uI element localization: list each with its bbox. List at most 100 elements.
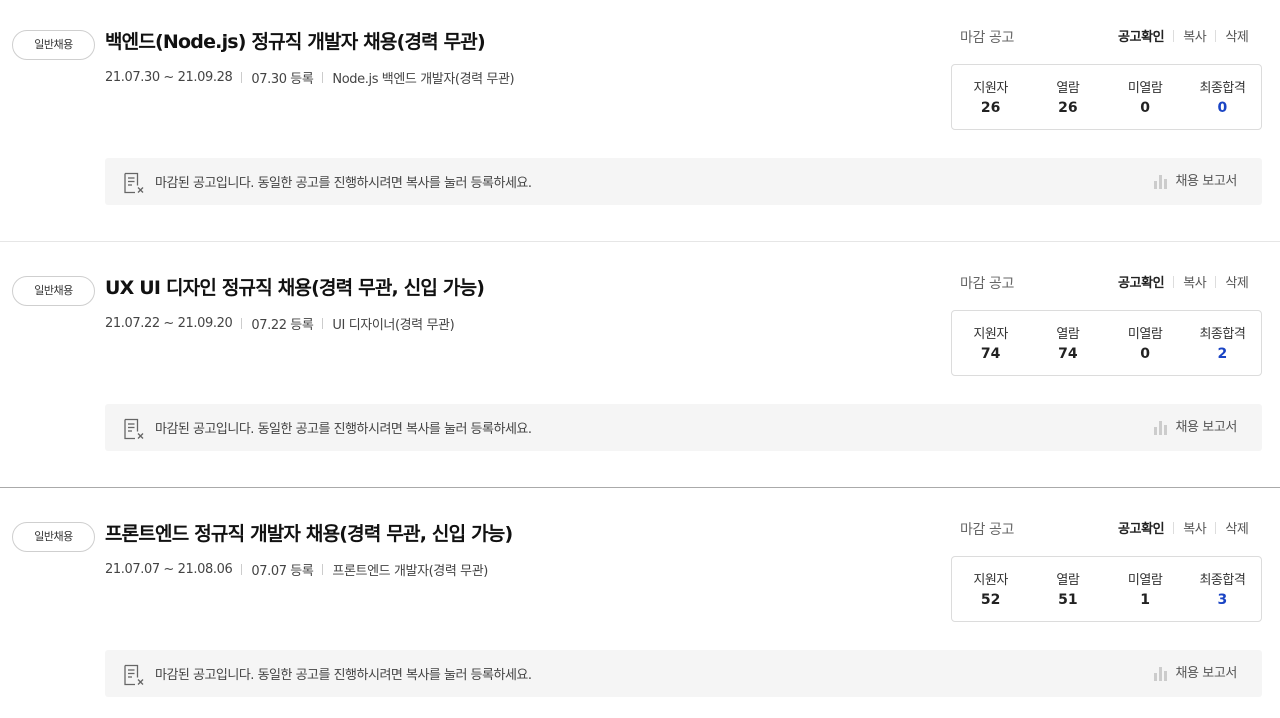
job-meta: 21.07.30 ~ 21.09.28 07.30 등록 Node.js 백엔드… bbox=[105, 68, 515, 87]
stat-value: 0 bbox=[1217, 100, 1228, 116]
job-registered-date: 07.30 등록 bbox=[251, 72, 314, 87]
stat-viewed[interactable]: 열람 51 bbox=[1029, 557, 1106, 621]
closed-notice-bar: 마감된 공고입니다. 동일한 공고를 진행하시려면 복사를 눌러 등록하세요. … bbox=[105, 158, 1262, 205]
closed-notice-text: 마감된 공고입니다. 동일한 공고를 진행하시려면 복사를 눌러 등록하세요. bbox=[155, 176, 532, 191]
hiring-report-label: 채용 보고서 bbox=[1175, 666, 1237, 681]
hiring-report-label: 채용 보고서 bbox=[1175, 174, 1237, 189]
delete-posting-button[interactable]: 삭제 bbox=[1225, 518, 1249, 537]
job-posting-card: 일반채용 백엔드(Node.js) 정규직 개발자 채용(경력 무관) 21.0… bbox=[0, 0, 1280, 246]
stat-applicants[interactable]: 지원자 52 bbox=[952, 557, 1029, 621]
stat-applicants[interactable]: 지원자 74 bbox=[952, 311, 1029, 375]
stat-unviewed[interactable]: 미열람 1 bbox=[1107, 557, 1184, 621]
hiring-report-link[interactable]: 채용 보고서 bbox=[1153, 662, 1237, 681]
job-posting-list: 일반채용 백엔드(Node.js) 정규직 개발자 채용(경력 무관) 21.0… bbox=[0, 0, 1280, 718]
action-divider bbox=[1173, 275, 1175, 288]
job-actions: 공고확인 복사 삭제 bbox=[1118, 272, 1249, 291]
job-posting-card: 일반채용 UX UI 디자인 정규직 채용(경력 무관, 신입 가능) 21.0… bbox=[0, 246, 1280, 492]
job-meta: 21.07.22 ~ 21.09.20 07.22 등록 UI 디자이너(경력 … bbox=[105, 314, 455, 333]
copy-posting-button[interactable]: 복사 bbox=[1183, 26, 1207, 45]
action-divider bbox=[1173, 521, 1175, 534]
bar-chart-icon bbox=[1154, 175, 1168, 189]
closed-document-icon bbox=[124, 664, 144, 686]
stat-label: 최종합격 bbox=[1199, 573, 1246, 588]
meta-divider bbox=[322, 72, 324, 83]
closed-notice-bar: 마감된 공고입니다. 동일한 공고를 진행하시려면 복사를 눌러 등록하세요. … bbox=[105, 404, 1262, 451]
hiring-report-link[interactable]: 채용 보고서 bbox=[1153, 416, 1237, 435]
stat-value: 26 bbox=[1058, 100, 1078, 116]
stat-unviewed[interactable]: 미열람 0 bbox=[1107, 65, 1184, 129]
job-posting-card: 일반채용 프론트엔드 정규직 개발자 채용(경력 무관, 신입 가능) 21.0… bbox=[0, 492, 1280, 718]
view-posting-button[interactable]: 공고확인 bbox=[1118, 272, 1165, 291]
job-status: 마감 공고 bbox=[960, 276, 1014, 292]
stat-label: 열람 bbox=[1056, 327, 1080, 342]
hiring-report-link[interactable]: 채용 보고서 bbox=[1153, 170, 1237, 189]
view-posting-button[interactable]: 공고확인 bbox=[1118, 26, 1165, 45]
stat-label: 미열람 bbox=[1127, 327, 1163, 342]
applicant-stats: 지원자 26 열람 26 미열람 0 최종합격 0 bbox=[951, 64, 1262, 130]
view-posting-button[interactable]: 공고확인 bbox=[1118, 518, 1165, 537]
job-title[interactable]: 백엔드(Node.js) 정규직 개발자 채용(경력 무관) bbox=[105, 27, 486, 54]
stat-value: 0 bbox=[1140, 100, 1150, 116]
meta-divider bbox=[322, 318, 324, 329]
job-position: UI 디자이너(경력 무관) bbox=[332, 318, 455, 333]
bar-chart-icon bbox=[1154, 421, 1168, 435]
hiring-report-label: 채용 보고서 bbox=[1175, 420, 1237, 435]
stat-value: 26 bbox=[980, 100, 1001, 116]
meta-divider bbox=[241, 72, 243, 83]
action-divider bbox=[1215, 275, 1217, 288]
job-period: 21.07.22 ~ 21.09.20 bbox=[105, 316, 233, 331]
stat-unviewed[interactable]: 미열람 0 bbox=[1107, 311, 1184, 375]
copy-posting-button[interactable]: 복사 bbox=[1183, 272, 1207, 291]
delete-posting-button[interactable]: 삭제 bbox=[1225, 26, 1249, 45]
recruit-type-badge: 일반채용 bbox=[12, 30, 95, 60]
stat-viewed[interactable]: 열람 74 bbox=[1029, 311, 1106, 375]
job-meta: 21.07.07 ~ 21.08.06 07.07 등록 프론트엔드 개발자(경… bbox=[105, 560, 488, 579]
stat-label: 지원자 bbox=[973, 327, 1008, 342]
action-divider bbox=[1173, 29, 1175, 42]
stat-label: 미열람 bbox=[1127, 573, 1163, 588]
closed-notice-bar: 마감된 공고입니다. 동일한 공고를 진행하시려면 복사를 눌러 등록하세요. … bbox=[105, 650, 1262, 697]
job-status: 마감 공고 bbox=[960, 30, 1014, 46]
card-divider bbox=[0, 241, 1280, 242]
job-title[interactable]: 프론트엔드 정규직 개발자 채용(경력 무관, 신입 가능) bbox=[105, 519, 513, 546]
stat-value: 74 bbox=[1058, 346, 1078, 362]
recruit-type-badge: 일반채용 bbox=[12, 522, 95, 552]
copy-posting-button[interactable]: 복사 bbox=[1183, 518, 1207, 537]
stat-value: 74 bbox=[980, 346, 1001, 362]
job-position: Node.js 백엔드 개발자(경력 무관) bbox=[332, 72, 515, 87]
stat-label: 미열람 bbox=[1127, 81, 1163, 96]
action-divider bbox=[1215, 521, 1217, 534]
stat-label: 지원자 bbox=[973, 81, 1008, 96]
job-title[interactable]: UX UI 디자인 정규직 채용(경력 무관, 신입 가능) bbox=[105, 273, 485, 300]
stat-final-pass[interactable]: 최종합격 3 bbox=[1184, 557, 1261, 621]
meta-divider bbox=[241, 318, 243, 329]
applicant-stats: 지원자 52 열람 51 미열람 1 최종합격 3 bbox=[951, 556, 1262, 622]
job-period: 21.07.30 ~ 21.09.28 bbox=[105, 70, 233, 85]
job-actions: 공고확인 복사 삭제 bbox=[1118, 26, 1249, 45]
stat-label: 열람 bbox=[1056, 81, 1080, 96]
job-registered-date: 07.07 등록 bbox=[251, 564, 314, 579]
job-status: 마감 공고 bbox=[960, 522, 1014, 538]
meta-divider bbox=[241, 564, 243, 575]
stat-value: 0 bbox=[1140, 346, 1150, 362]
stat-label: 최종합격 bbox=[1199, 81, 1246, 96]
action-divider bbox=[1215, 29, 1217, 42]
stat-value: 2 bbox=[1217, 346, 1228, 362]
job-position: 프론트엔드 개발자(경력 무관) bbox=[332, 564, 488, 579]
stat-label: 최종합격 bbox=[1199, 327, 1246, 342]
stat-final-pass[interactable]: 최종합격 2 bbox=[1184, 311, 1261, 375]
stat-label: 열람 bbox=[1056, 573, 1080, 588]
closed-notice-text: 마감된 공고입니다. 동일한 공고를 진행하시려면 복사를 눌러 등록하세요. bbox=[155, 668, 532, 683]
stat-viewed[interactable]: 열람 26 bbox=[1029, 65, 1106, 129]
stat-label: 지원자 bbox=[973, 573, 1008, 588]
stat-value: 3 bbox=[1217, 592, 1228, 608]
closed-document-icon bbox=[124, 172, 144, 194]
recruit-type-badge: 일반채용 bbox=[12, 276, 95, 306]
delete-posting-button[interactable]: 삭제 bbox=[1225, 272, 1249, 291]
stat-final-pass[interactable]: 최종합격 0 bbox=[1184, 65, 1261, 129]
stat-value: 52 bbox=[980, 592, 1001, 608]
job-actions: 공고확인 복사 삭제 bbox=[1118, 518, 1249, 537]
stat-applicants[interactable]: 지원자 26 bbox=[952, 65, 1029, 129]
stat-value: 1 bbox=[1140, 592, 1150, 608]
card-divider bbox=[0, 487, 1280, 488]
